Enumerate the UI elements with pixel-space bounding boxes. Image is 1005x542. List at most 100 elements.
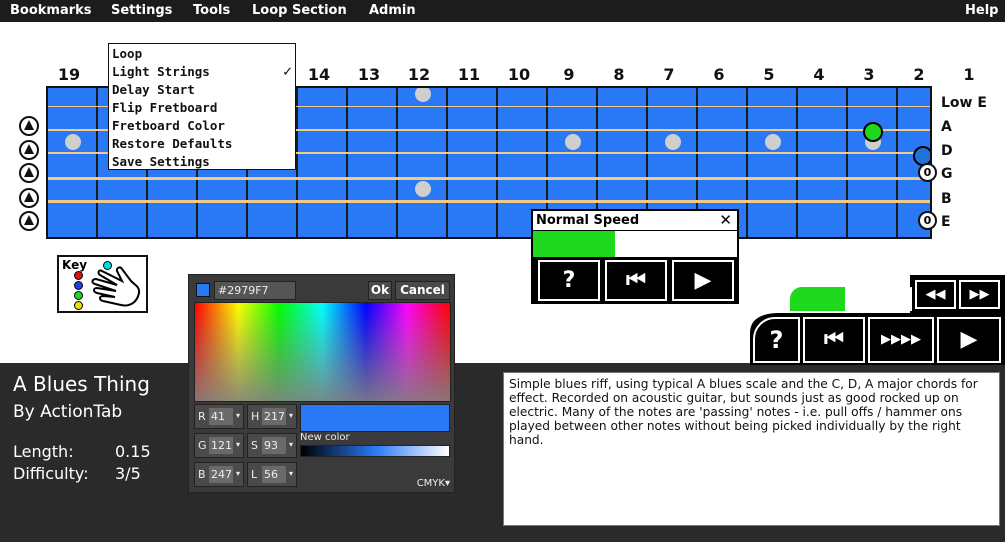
lightness-label: L (251, 468, 258, 481)
hue-value[interactable]: 217 (262, 408, 286, 425)
saturation-value[interactable]: 93 (262, 437, 286, 454)
restart-button[interactable]: ⏮ (803, 317, 865, 363)
string-up-button[interactable] (19, 116, 39, 136)
green-label: G (198, 439, 207, 452)
menubar: Bookmarks Settings Tools Loop Section Ad… (0, 0, 1005, 22)
progress-bar[interactable] (790, 287, 912, 311)
settings-item-label: Restore Defaults (112, 136, 233, 151)
fret-number: 1 (963, 65, 975, 84)
key-dot-red (74, 271, 83, 280)
chevron-down-icon[interactable]: ▾ (236, 440, 240, 449)
color-spectrum[interactable] (194, 302, 451, 402)
fret-wire (96, 88, 98, 237)
settings-item-delay-start[interactable]: Delay Start (112, 82, 294, 100)
rewind-fast-button[interactable]: ◀◀ (915, 280, 956, 309)
chevron-down-icon[interactable]: ▾ (236, 469, 240, 478)
red-field[interactable]: R 41 ▾ (194, 404, 244, 429)
close-icon[interactable]: ✕ (719, 211, 732, 229)
string-up-button[interactable] (19, 188, 39, 208)
menu-help[interactable]: Help (965, 3, 998, 18)
string-up-button[interactable] (19, 211, 39, 231)
play-button[interactable]: ▶ (937, 317, 1001, 363)
speed-rewind-button[interactable]: ⏮ (605, 260, 667, 301)
lightness-value[interactable]: 56 (262, 466, 286, 483)
color-picker: #2979F7 Ok Cancel R 41 ▾ H 217 ▾ G 121 ▾ S 93 ▾ … (188, 274, 455, 493)
song-description: Simple blues riff, using typical A blues… (503, 372, 1000, 526)
key-legend: Key (57, 255, 148, 313)
chevron-down-icon[interactable]: ▾ (289, 469, 293, 478)
menu-tools[interactable]: Tools (193, 3, 230, 18)
ok-button[interactable]: Ok (368, 281, 392, 300)
fret-number: 2 (913, 65, 925, 84)
fret-inlay (665, 134, 681, 150)
settings-item-flip-fretboard[interactable]: Flip Fretboard (112, 100, 294, 118)
string-label: A (941, 119, 952, 135)
hue-field[interactable]: H 217 ▾ (247, 404, 297, 429)
string-up-button[interactable] (19, 140, 39, 160)
green-value[interactable]: 121 (209, 437, 233, 454)
key-label: Key (62, 258, 88, 272)
hue-label: H (251, 410, 260, 423)
speed-play-button[interactable]: ▶ (672, 260, 734, 301)
shade-slider[interactable] (300, 445, 450, 457)
color-mode-select[interactable]: CMYK▾ (417, 478, 450, 489)
forward-fast-button[interactable]: ▶▶ (959, 280, 1000, 309)
settings-item-light-strings[interactable]: Light Strings ✓ (112, 62, 294, 82)
speed-slider[interactable] (533, 231, 737, 257)
fret-inlay (565, 134, 581, 150)
settings-item-fretboard-color[interactable]: Fretboard Color (112, 118, 294, 136)
current-color-swatch (196, 283, 210, 297)
blue-field[interactable]: B 247 ▾ (194, 462, 244, 487)
cancel-button[interactable]: Cancel (395, 281, 450, 300)
chevron-down-icon[interactable]: ▾ (289, 440, 293, 449)
green-field[interactable]: G 121 ▾ (194, 433, 244, 458)
menu-loop-section[interactable]: Loop Section (252, 3, 347, 18)
hex-input[interactable]: #2979F7 (214, 281, 296, 300)
string-up-button[interactable] (19, 163, 39, 183)
fret-number: 19 (57, 65, 81, 84)
menu-bookmarks[interactable]: Bookmarks (10, 3, 92, 18)
blue-value[interactable]: 247 (209, 466, 233, 483)
fret-inlay (65, 134, 81, 150)
fret-wire (496, 88, 498, 237)
saturation-field[interactable]: S 93 ▾ (247, 433, 297, 458)
step-forward-button[interactable]: ▶▶▶▶ (868, 317, 934, 363)
fret-number: 4 (813, 65, 825, 84)
fret-number: 8 (613, 65, 625, 84)
menu-admin[interactable]: Admin (369, 3, 416, 18)
length-label: Length: (13, 442, 74, 461)
controls-help-button[interactable]: ? (753, 317, 800, 363)
speed-slider-fill (533, 231, 615, 257)
guitar-string (48, 176, 930, 180)
settings-item-label: Loop (112, 46, 143, 61)
settings-item-label: Save Settings (112, 154, 210, 169)
speed-help-button[interactable]: ? (538, 260, 600, 301)
fret-wire (796, 88, 798, 237)
fret-number: 11 (457, 65, 481, 84)
fret-number: 3 (863, 65, 875, 84)
lightness-field[interactable]: L 56 ▾ (247, 462, 297, 487)
difficulty-value: 3/5 (115, 464, 141, 483)
red-value[interactable]: 41 (209, 408, 233, 425)
menu-settings[interactable]: Settings (111, 3, 172, 18)
settings-item-label: Light Strings (112, 64, 210, 79)
speed-panel-title-bar: Normal Speed ✕ (533, 211, 737, 230)
string-label: E (941, 214, 951, 230)
fret-inlay (415, 88, 431, 102)
string-label: Low E (941, 95, 987, 111)
chevron-down-icon: ▾ (444, 478, 450, 489)
played-note[interactable] (863, 122, 883, 142)
difficulty-label: Difficulty: (13, 464, 89, 483)
color-mode-label: CMYK (416, 478, 445, 489)
fret-number: 12 (407, 65, 431, 84)
chevron-down-icon[interactable]: ▾ (289, 411, 293, 420)
open-string-marker: 0 (918, 211, 937, 230)
chevron-down-icon[interactable]: ▾ (236, 411, 240, 420)
fret-number: 10 (507, 65, 531, 84)
settings-item-save-settings[interactable]: Save Settings (112, 154, 294, 172)
fret-wire (896, 88, 898, 237)
settings-item-restore-defaults[interactable]: Restore Defaults (112, 136, 294, 154)
fret-number: 5 (763, 65, 775, 84)
key-dot-yellow (74, 301, 83, 310)
settings-item-loop[interactable]: Loop (112, 46, 294, 64)
